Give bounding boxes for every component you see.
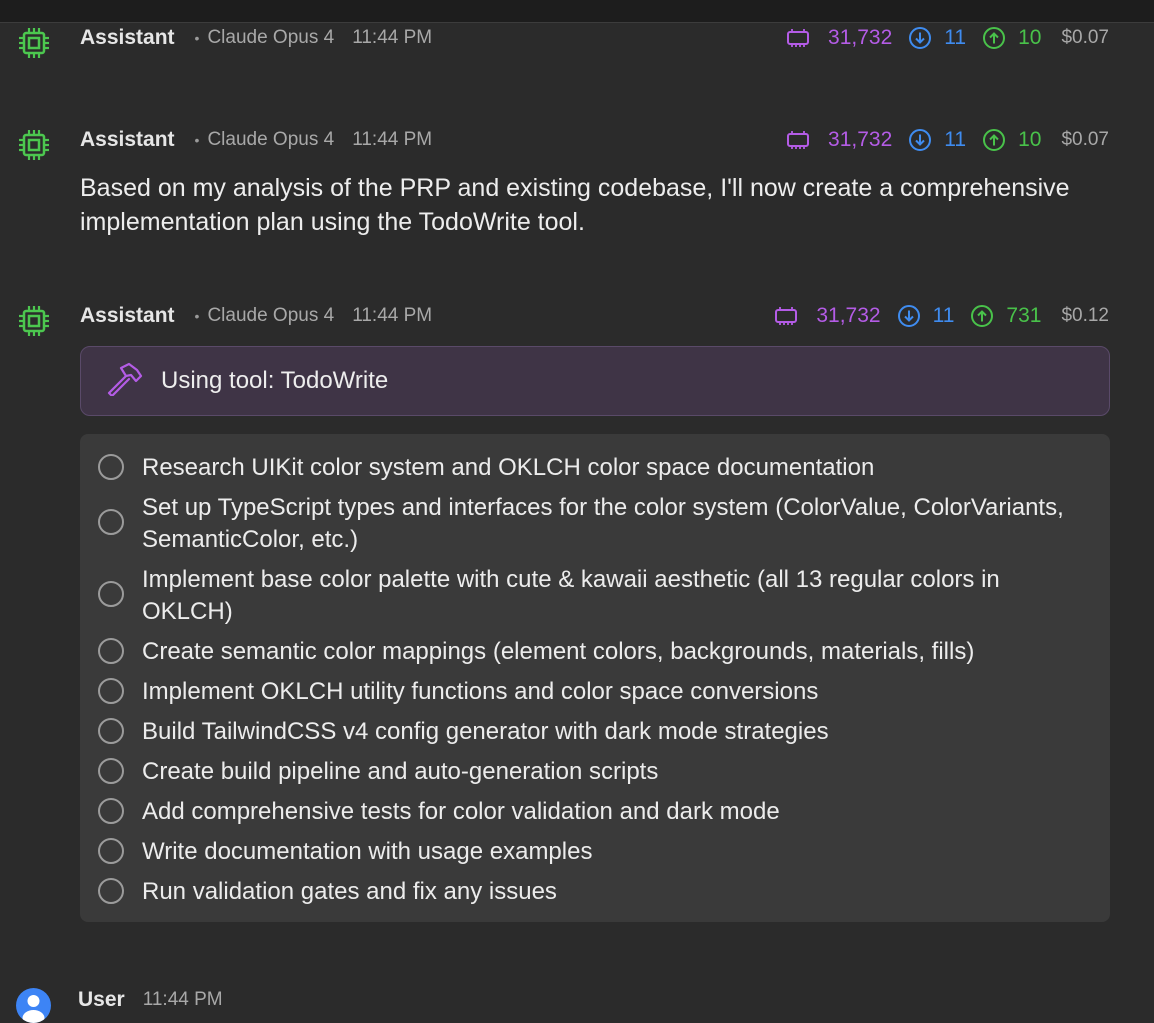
memory-chip-icon <box>774 307 798 325</box>
message-header: User 11:44 PM <box>78 986 1109 1014</box>
empty-circle-icon[interactable] <box>98 718 124 744</box>
token-stats: 31,732 11 10 $0.07 <box>786 26 1109 50</box>
todo-text: Implement OKLCH utility functions and co… <box>142 678 819 705</box>
author-name: Assistant <box>80 128 175 151</box>
todo-item[interactable]: Write documentation with usage examples <box>80 836 1110 868</box>
message-header: Assistant • Claude Opus 4 11:44 PM 31,73… <box>80 302 1109 330</box>
arrow-up-circle-icon <box>982 128 1006 152</box>
model-name: Claude Opus 4 <box>207 305 335 326</box>
input-tokens: 11 <box>932 304 955 327</box>
separator-dot: • <box>194 132 200 148</box>
arrow-up-circle-icon <box>970 304 994 328</box>
cost: $0.07 <box>1061 129 1109 150</box>
token-count: 31,732 <box>828 128 893 151</box>
output-tokens: 10 <box>1018 128 1042 151</box>
empty-circle-icon[interactable] <box>98 638 124 664</box>
memory-chip-icon <box>786 29 810 47</box>
todo-text: Set up TypeScript types and interfaces f… <box>142 494 1064 553</box>
tool-label: Using tool: TodoWrite <box>161 367 389 394</box>
arrow-down-circle-icon <box>897 304 921 328</box>
memory-chip-icon <box>786 131 810 149</box>
todo-item[interactable]: Build TailwindCSS v4 config generator wi… <box>80 716 1110 748</box>
input-tokens: 11 <box>944 128 967 151</box>
author-name: Assistant <box>80 304 175 327</box>
timestamp: 11:44 PM <box>352 305 433 326</box>
timestamp: 11:44 PM <box>352 129 433 150</box>
todo-item[interactable]: Add comprehensive tests for color valida… <box>80 796 1110 828</box>
person-icon <box>16 988 51 1023</box>
todo-text: Run validation gates and fix any issues <box>142 878 557 905</box>
arrow-down-circle-icon <box>908 26 932 50</box>
cpu-chip-icon <box>18 27 50 59</box>
todo-text: Create semantic color mappings (element … <box>142 638 975 665</box>
cost: $0.07 <box>1061 27 1109 48</box>
model-name: Claude Opus 4 <box>207 129 335 150</box>
token-count: 31,732 <box>828 26 893 49</box>
arrow-down-circle-icon <box>908 128 932 152</box>
window-top-bar <box>0 0 1154 23</box>
empty-circle-icon[interactable] <box>98 581 124 607</box>
separator-dot: • <box>194 30 200 46</box>
empty-circle-icon[interactable] <box>98 798 124 824</box>
todo-text: Research UIKit color system and OKLCH co… <box>142 454 875 481</box>
todo-text: Create build pipeline and auto-generatio… <box>142 758 659 785</box>
token-count: 31,732 <box>816 304 881 327</box>
todo-text: Write documentation with usage examples <box>142 838 593 865</box>
todo-item[interactable]: Create build pipeline and auto-generatio… <box>80 756 1110 788</box>
empty-circle-icon[interactable] <box>98 454 124 480</box>
token-stats: 31,732 11 10 $0.07 <box>786 128 1109 152</box>
empty-circle-icon[interactable] <box>98 678 124 704</box>
empty-circle-icon[interactable] <box>98 878 124 904</box>
arrow-up-circle-icon <box>982 26 1006 50</box>
todo-item[interactable]: Create semantic color mappings (element … <box>80 636 1110 668</box>
cpu-chip-icon <box>18 305 50 337</box>
hammer-icon <box>105 362 143 401</box>
author-name: User <box>78 988 125 1011</box>
empty-circle-icon[interactable] <box>98 758 124 784</box>
message-text: Based on my analysis of the PRP and exis… <box>80 174 1070 236</box>
tool-use-banner[interactable]: Using tool: TodoWrite <box>80 346 1110 416</box>
message-header: Assistant • Claude Opus 4 11:44 PM 31,73… <box>80 126 1109 154</box>
cost: $0.12 <box>1061 305 1109 326</box>
todo-text: Implement base color palette with cute &… <box>142 566 1000 625</box>
todo-text: Add comprehensive tests for color valida… <box>142 798 780 825</box>
timestamp: 11:44 PM <box>142 989 223 1010</box>
author-name: Assistant <box>80 26 175 49</box>
cpu-chip-icon <box>18 129 50 161</box>
todo-item[interactable]: Implement OKLCH utility functions and co… <box>80 676 1110 708</box>
model-name: Claude Opus 4 <box>207 27 335 48</box>
output-tokens: 10 <box>1018 26 1042 49</box>
empty-circle-icon[interactable] <box>98 509 124 535</box>
todo-text: Build TailwindCSS v4 config generator wi… <box>142 718 829 745</box>
empty-circle-icon[interactable] <box>98 838 124 864</box>
todo-list: Research UIKit color system and OKLCH co… <box>80 434 1110 922</box>
todo-item[interactable]: Implement base color palette with cute &… <box>80 564 1110 628</box>
todo-item[interactable]: Run validation gates and fix any issues <box>80 876 1110 908</box>
input-tokens: 11 <box>944 26 967 49</box>
output-tokens: 731 <box>1006 304 1042 327</box>
message-header: Assistant • Claude Opus 4 11:44 PM 31,73… <box>80 24 1109 52</box>
timestamp: 11:44 PM <box>352 27 433 48</box>
todo-item[interactable]: Set up TypeScript types and interfaces f… <box>80 492 1110 556</box>
todo-item[interactable]: Research UIKit color system and OKLCH co… <box>80 452 1110 484</box>
token-stats: 31,732 11 731 $0.12 <box>774 304 1109 328</box>
separator-dot: • <box>194 308 200 324</box>
